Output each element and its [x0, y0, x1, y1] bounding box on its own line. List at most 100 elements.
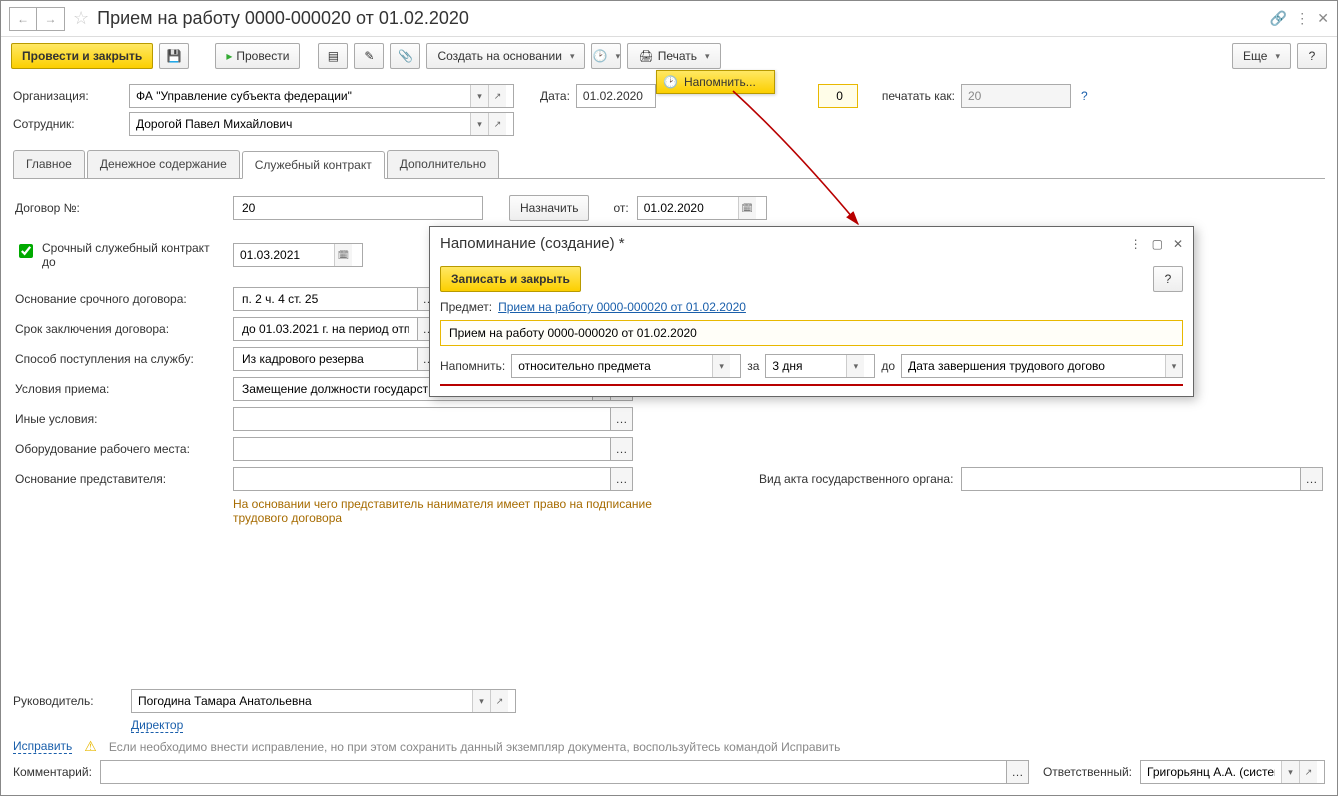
entry-input[interactable] — [240, 351, 411, 367]
basis-urgent-input[interactable] — [240, 291, 411, 307]
urgent-date-input[interactable]: 🗓 — [233, 243, 363, 267]
dropdown-icon[interactable]: ▾ — [712, 355, 730, 377]
comment-input[interactable] — [107, 764, 1000, 780]
more-button[interactable]: Еще — [1232, 43, 1291, 69]
document-icon: ▤ — [328, 49, 339, 63]
subject-link[interactable]: Прием на работу 0000-000020 от 01.02.202… — [498, 300, 746, 314]
dropdown-icon[interactable]: ▾ — [1165, 355, 1182, 377]
manager-label: Руководитель: — [13, 694, 123, 708]
tabs: Главное Денежное содержание Служебный ко… — [13, 150, 1325, 179]
rep-basis-input[interactable] — [240, 471, 604, 487]
print-button[interactable]: 🖨Печать — [627, 43, 720, 69]
entry-label: Способ поступления на службу: — [15, 352, 245, 366]
create-based-button[interactable]: Создать на основании — [426, 43, 585, 69]
dropdown-icon[interactable]: ▾ — [1281, 761, 1299, 783]
position-link[interactable]: Директор — [131, 718, 183, 733]
ellipsis-button[interactable]: … — [611, 437, 633, 461]
dropdown-icon[interactable]: ▾ — [846, 355, 864, 377]
dropdown-icon[interactable]: ▾ — [472, 690, 490, 712]
term-label: Срок заключения договора: — [15, 322, 225, 336]
kebab-icon[interactable]: ⋮ — [1295, 10, 1309, 27]
post-and-close-button[interactable]: Провести и закрыть — [11, 43, 153, 69]
link-icon[interactable]: 🔗 — [1270, 10, 1287, 27]
rep-hint-text: На основании чего представитель нанимате… — [233, 497, 663, 525]
contract-num-label: Договор №: — [15, 201, 225, 215]
remind-mode-input[interactable]: ▾ — [511, 354, 741, 378]
number-input[interactable] — [818, 84, 858, 108]
close-window-icon[interactable]: ✕ — [1317, 10, 1329, 27]
from-label: от: — [613, 201, 628, 215]
calendar-icon[interactable]: 🗓 — [738, 197, 756, 219]
period-input[interactable]: ▾ — [765, 354, 875, 378]
annotation-underline — [440, 384, 1183, 386]
calendar-icon[interactable]: 🗓 — [334, 244, 352, 266]
emp-input[interactable]: ▾ ↗ — [129, 112, 514, 136]
resp-input[interactable]: ▾ ↗ — [1140, 760, 1325, 784]
dropdown-icon[interactable]: ▾ — [470, 113, 488, 135]
post-icon: ▸ — [226, 49, 232, 63]
tab-main[interactable]: Главное — [13, 150, 85, 178]
equip-input[interactable] — [240, 441, 604, 457]
open-icon[interactable]: ↗ — [488, 85, 506, 107]
printer-icon: 🖨 — [638, 49, 653, 63]
urgent-checkbox[interactable] — [19, 244, 33, 258]
open-icon[interactable]: ↗ — [1299, 761, 1317, 783]
doc-button-1[interactable]: ▤ — [318, 43, 348, 69]
subject-label: Предмет: — [440, 300, 492, 314]
favorite-star-icon[interactable]: ☆ — [73, 8, 89, 29]
manager-input[interactable]: ▾ ↗ — [131, 689, 516, 713]
emp-label: Сотрудник: — [13, 117, 123, 131]
dialog-maximize-icon[interactable]: ▢ — [1152, 237, 1163, 251]
open-icon[interactable]: ↗ — [490, 690, 508, 712]
dialog-save-close-button[interactable]: Записать и закрыть — [440, 266, 581, 292]
ellipsis-button[interactable]: … — [611, 407, 633, 431]
rep-basis-label: Основание представителя: — [15, 472, 225, 486]
nav-forward-button[interactable]: → — [37, 7, 65, 31]
reminder-dialog: Напоминание (создание) * ⋮ ▢ ✕ Записать … — [429, 226, 1194, 397]
description-input[interactable] — [440, 320, 1183, 346]
print-as-input[interactable] — [961, 84, 1071, 108]
warning-icon: ⚠ — [84, 738, 97, 755]
remind-menu-item[interactable]: 🕑 Напомнить... — [656, 70, 775, 94]
ellipsis-button[interactable]: … — [1301, 467, 1323, 491]
urgent-label: Срочный служебный контракт до — [42, 241, 212, 269]
basis-urgent-label: Основание срочного договора: — [15, 292, 225, 306]
event-input[interactable]: ▾ — [901, 354, 1183, 378]
doc-button-2[interactable]: ✎ — [354, 43, 384, 69]
attach-button[interactable]: 📎 — [390, 43, 420, 69]
print-as-help-icon[interactable]: ? — [1081, 89, 1088, 103]
dropdown-icon[interactable]: ▾ — [470, 85, 488, 107]
tab-contract[interactable]: Служебный контракт — [242, 151, 385, 179]
contract-num-input[interactable] — [240, 200, 476, 216]
from-date-input[interactable]: 🗓 — [637, 196, 767, 220]
act-type-input[interactable] — [968, 471, 1294, 487]
tab-money[interactable]: Денежное содержание — [87, 150, 240, 178]
date-input[interactable]: 01.02.2020 — [576, 84, 656, 108]
edit-icon: ✎ — [364, 49, 374, 63]
dialog-close-icon[interactable]: ✕ — [1173, 237, 1183, 251]
nav-back-button[interactable]: ← — [9, 7, 37, 31]
open-icon[interactable]: ↗ — [488, 113, 506, 135]
post-button[interactable]: ▸Провести — [215, 43, 300, 69]
assign-button[interactable]: Назначить — [509, 195, 589, 221]
other-input[interactable] — [240, 411, 604, 427]
equip-label: Оборудование рабочего места: — [15, 442, 245, 456]
fix-link[interactable]: Исправить — [13, 739, 72, 754]
date-label: Дата: — [540, 89, 570, 103]
resp-label: Ответственный: — [1043, 765, 1132, 779]
dialog-help-button[interactable]: ? — [1153, 266, 1183, 292]
term-input[interactable] — [240, 321, 411, 337]
window-title: Прием на работу 0000-000020 от 01.02.202… — [97, 8, 1270, 29]
org-input[interactable]: ▾ ↗ — [129, 84, 514, 108]
save-button[interactable]: 💾 — [159, 43, 189, 69]
other-label: Иные условия: — [15, 412, 225, 426]
dialog-kebab-icon[interactable]: ⋮ — [1130, 237, 1142, 251]
fix-hint: Если необходимо внести исправление, но п… — [109, 740, 841, 754]
ellipsis-button[interactable]: … — [1007, 760, 1029, 784]
help-button[interactable]: ? — [1297, 43, 1327, 69]
remind-drop-button[interactable]: 🕑 — [591, 43, 621, 69]
paperclip-icon: 📎 — [398, 49, 413, 63]
ellipsis-button[interactable]: … — [611, 467, 633, 491]
tab-additional[interactable]: Дополнительно — [387, 150, 499, 178]
remind-label: Напомнить: — [440, 359, 505, 373]
